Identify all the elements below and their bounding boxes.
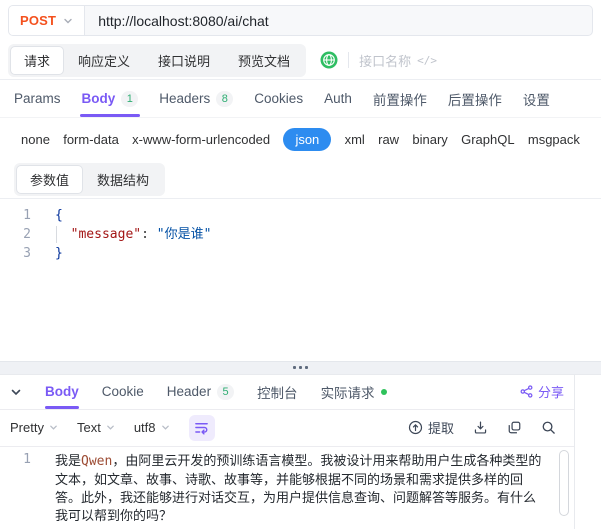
code-icon: </> [417, 53, 437, 67]
drag-dot [299, 366, 302, 369]
toolbar-actions: 提取 [408, 418, 564, 437]
drag-dot [305, 366, 308, 369]
tab-response-body[interactable]: Body [45, 375, 79, 409]
tab-body[interactable]: Body 1 [79, 80, 141, 117]
body-type-urlencoded[interactable]: x-www-form-urlencoded [132, 132, 270, 147]
download-icon [473, 420, 488, 435]
editor-line: 3 } [0, 244, 601, 263]
model-name: Qwen [81, 453, 113, 469]
word-wrap-button[interactable] [188, 414, 215, 441]
doc-tabs: 请求 响应定义 接口说明 预览文档 [8, 43, 307, 77]
format-select[interactable]: Pretty [10, 420, 58, 435]
body-type-binary[interactable]: binary [412, 132, 447, 147]
line-number: 2 [23, 227, 31, 242]
tab-auth[interactable]: Auth [324, 80, 352, 117]
response-tab-row: Body Cookie Header 5 控制台 实际请求 分享 [0, 375, 574, 410]
word-wrap-icon [194, 420, 209, 435]
body-type-none[interactable]: none [21, 132, 50, 147]
encoding-select[interactable]: utf8 [134, 420, 170, 435]
doc-tab-row: 请求 响应定义 接口说明 预览文档 接口名称 </> [0, 41, 601, 80]
tab-actual-request[interactable]: 实际请求 [321, 375, 387, 409]
status-dot [380, 388, 387, 395]
tab-cookies[interactable]: Cookies [254, 80, 303, 117]
search-button[interactable] [541, 420, 556, 435]
tab-response-header[interactable]: Header 5 [167, 375, 235, 409]
editor-line: 1 { [0, 206, 601, 225]
share-icon [520, 385, 533, 398]
body-count-badge: 1 [121, 90, 139, 107]
response-toolbar: Pretty Text utf8 提取 [0, 410, 574, 447]
tab-parameter-value[interactable]: 参数值 [16, 164, 84, 194]
response-body-viewer[interactable]: 1 我是Qwen，由阿里云开发的预训练语言模型。我被设计用来帮助用户生成各种类型… [0, 447, 574, 526]
collapse-panel-button[interactable] [10, 375, 22, 409]
body-type-graphql[interactable]: GraphQL [461, 132, 514, 147]
tab-post-response[interactable]: 后置操作 [448, 80, 502, 117]
method-label: POST [20, 13, 57, 28]
json-value: "你是谁" [156, 227, 212, 242]
api-client-window: POST http://localhost:8080/ai/chat 请求 响应… [0, 0, 601, 529]
body-type-json[interactable]: json [283, 127, 332, 151]
tab-response-cookie[interactable]: Cookie [102, 375, 144, 409]
line-number: 1 [23, 208, 31, 223]
body-view-tabs: 参数值 数据结构 [14, 162, 166, 196]
line-number: 3 [23, 246, 31, 261]
download-button[interactable] [473, 420, 488, 435]
api-name-input[interactable]: 接口名称 [359, 51, 411, 70]
chevron-down-icon [63, 16, 73, 26]
body-type-raw[interactable]: raw [378, 132, 399, 147]
chevron-down-icon [161, 423, 170, 432]
tab-data-structure[interactable]: 数据结构 [83, 165, 163, 194]
response-text: 我是Qwen，由阿里云开发的预训练语言模型。我被设计用来帮助用户生成各种类型的文… [55, 452, 542, 523]
editor-line: 2 "message" : "你是谁" [0, 225, 601, 244]
response-panel: Body Cookie Header 5 控制台 实际请求 分享 Pretty T… [0, 374, 575, 529]
line-number: 1 [23, 451, 31, 467]
copy-button[interactable] [507, 420, 522, 435]
json-body-editor[interactable]: 1 { 2 "message" : "你是谁" 3 } [0, 199, 601, 361]
share-button[interactable]: 分享 [520, 375, 564, 409]
url-group: POST http://localhost:8080/ai/chat [8, 5, 593, 36]
headers-count-badge: 8 [216, 90, 234, 107]
chevron-down-icon [49, 423, 58, 432]
content-type-select[interactable]: Text [77, 420, 115, 435]
body-type-xml[interactable]: xml [345, 132, 365, 147]
extract-button[interactable]: 提取 [408, 418, 454, 437]
request-section-tabs: Params Body 1 Headers 8 Cookies Auth 前置操作 … [0, 80, 601, 118]
tab-request[interactable]: 请求 [10, 45, 65, 75]
chevron-down-icon [106, 423, 115, 432]
body-type-selector: none form-data x-www-form-urlencoded jso… [0, 118, 601, 160]
scrollbar-thumb[interactable] [559, 449, 569, 516]
method-select[interactable]: POST [9, 6, 86, 35]
tab-settings[interactable]: 设置 [523, 80, 550, 117]
request-bar: POST http://localhost:8080/ai/chat [0, 0, 601, 41]
extract-icon [408, 420, 423, 435]
body-type-form-data[interactable]: form-data [63, 132, 119, 147]
divider [348, 52, 350, 68]
tab-preview-docs[interactable]: 预览文档 [224, 46, 304, 75]
drag-dot [293, 366, 296, 369]
panel-resize-handle[interactable] [0, 360, 601, 375]
search-icon [541, 420, 556, 435]
tab-headers[interactable]: Headers 8 [159, 80, 234, 117]
json-key: "message" [70, 227, 142, 242]
copy-icon [507, 420, 522, 435]
globe-icon [320, 51, 338, 69]
tab-params[interactable]: Params [14, 80, 61, 117]
body-view-tab-row: 参数值 数据结构 [0, 160, 601, 199]
tab-console[interactable]: 控制台 [257, 375, 298, 409]
url-input[interactable]: http://localhost:8080/ai/chat [85, 6, 592, 35]
tab-pre-request[interactable]: 前置操作 [373, 80, 427, 117]
tab-response-definition[interactable]: 响应定义 [64, 46, 144, 75]
indent-guide [56, 226, 57, 243]
body-type-msgpack[interactable]: msgpack [528, 132, 580, 147]
header-count-badge: 5 [217, 383, 235, 400]
tab-api-description[interactable]: 接口说明 [144, 46, 224, 75]
